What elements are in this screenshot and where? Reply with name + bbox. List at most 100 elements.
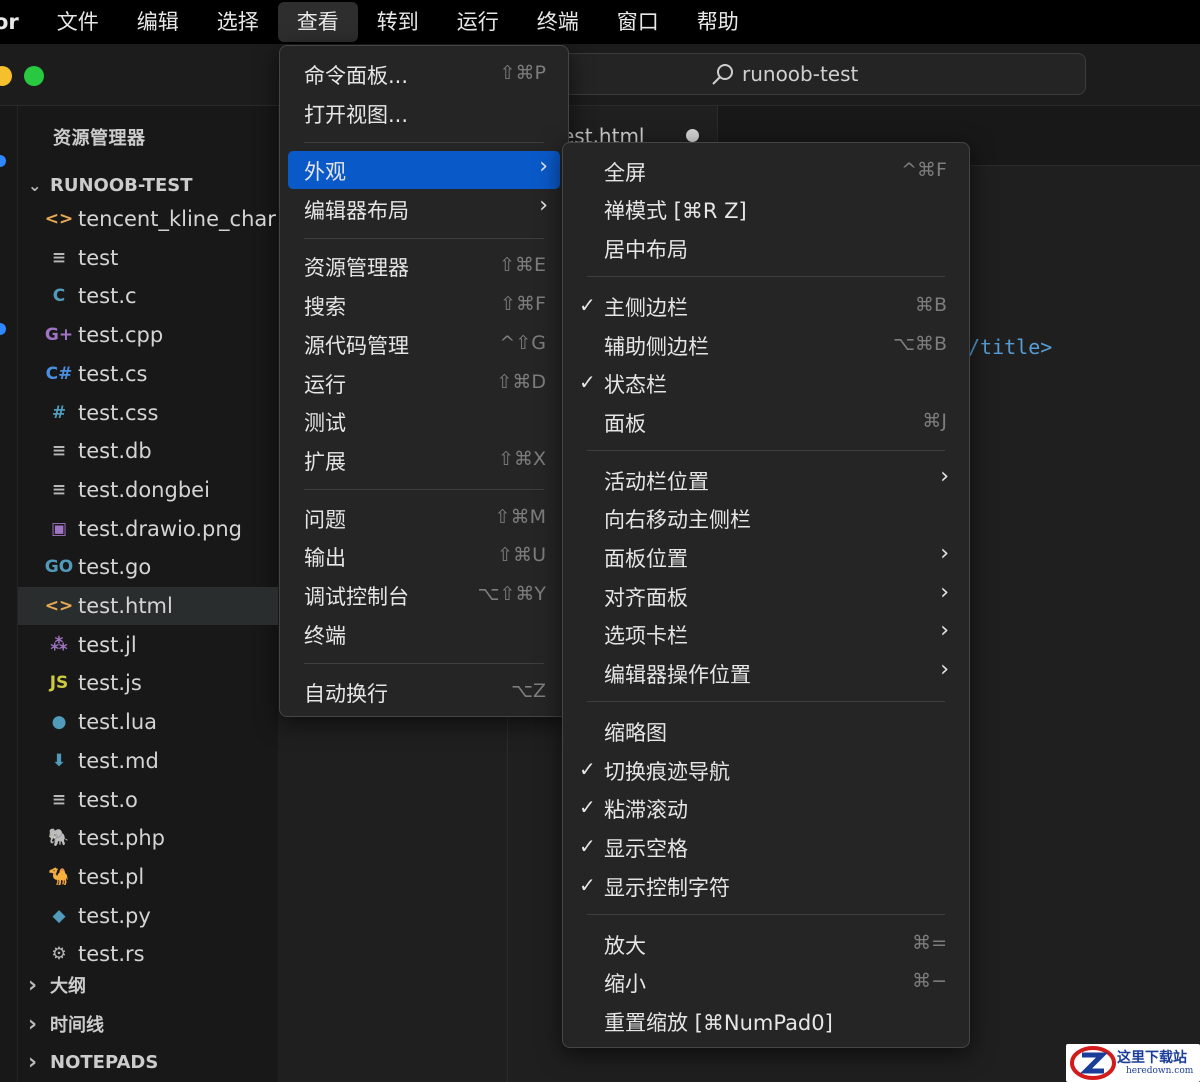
menubar-item[interactable]: 帮助 [678,2,758,42]
file-item[interactable]: ● test.lua [18,703,278,741]
javascript-icon: JS [49,673,69,694]
maximize-button[interactable] [24,66,44,86]
menu-item-label: 资源管理器 [304,256,409,280]
code-text: /title> [968,335,1053,359]
folder-label: RUNOOB-TEST [50,175,193,196]
appearance-menu-item[interactable]: 重置缩放 [⌘NumPad0] [571,1002,961,1040]
appearance-menu-item[interactable]: 缩略图 [571,712,961,750]
file-item[interactable]: ≡ test.db [18,432,278,470]
file-item[interactable]: ≡ test [18,239,278,277]
view-menu-item[interactable]: 自动换行 ⌥Z [288,673,560,711]
appearance-menu-item[interactable]: ✓ 显示空格 [571,828,961,866]
file-name: test.php [78,826,165,851]
menubar-item[interactable]: or [0,2,38,42]
file-item[interactable]: C# test.cs [18,355,278,393]
appearance-menu-item[interactable]: 禅模式 [⌘R Z] [571,190,961,228]
file-name: test.html [78,594,173,618]
chevron-right-icon: › [940,464,949,489]
menu-separator [304,238,544,239]
file-item[interactable]: <> test.html [18,587,278,625]
appearance-menu-item[interactable]: 缩小 ⌘− [571,963,961,1001]
file-item[interactable]: ≡ test.dongbei [18,471,278,509]
view-menu-item[interactable]: 搜索 ⇧⌘F [288,286,560,324]
menubar-item[interactable]: 运行 [438,2,518,42]
shortcut-label: ^⇧G [499,332,546,354]
view-menu-item[interactable]: 测试 [288,402,560,440]
menu-item-label: 显示空格 [604,837,688,861]
indent-guide [507,700,508,1082]
appearance-menu-item[interactable]: 编辑器操作位置 › [571,654,961,692]
appearance-menu-item[interactable]: 向右移动主侧栏 [571,499,961,537]
section-1[interactable]: › 时间线 [28,1011,104,1037]
view-menu-item[interactable]: 外观 › [288,151,560,189]
appearance-menu-item[interactable]: 活动栏位置 › [571,461,961,499]
menubar-item[interactable]: 窗口 [598,2,678,42]
section-label: 时间线 [50,1015,104,1036]
appearance-menu-item[interactable]: 对齐面板 › [571,577,961,615]
view-menu-item[interactable]: 编辑器布局 › [288,190,560,228]
menubar-item[interactable]: 查看 [277,2,358,42]
section-2[interactable]: › NOTEPADS [28,1050,158,1075]
file-item[interactable]: 🐪 test.pl [18,858,278,896]
menu-item-label: 编辑器操作位置 [604,663,751,687]
menu-item-label: 辅助侧边栏 [604,335,709,359]
section-0[interactable]: › 大纲 [28,972,86,998]
menu-item-label: 缩小 [604,972,646,996]
menu-separator [587,914,945,915]
appearance-menu-item[interactable]: 面板位置 › [571,538,961,576]
appearance-menu-item[interactable]: ✓ 显示控制字符 [571,867,961,905]
rust-icon: ⚙ [51,944,67,965]
view-menu-item[interactable]: 终端 [288,615,560,653]
file-name: test.pl [78,864,145,889]
view-menu-item[interactable]: 扩展 ⇧⌘X [288,441,560,479]
appearance-menu-item[interactable]: 全屏 ^⌘F [571,152,961,190]
file-item[interactable]: # test.css [18,394,278,432]
menu-separator [304,142,544,143]
menu-item-label: 调试控制台 [304,585,409,609]
view-menu-item[interactable]: 输出 ⇧⌘U [288,537,560,575]
view-menu-item[interactable]: 命令面板... ⇧⌘P [288,55,560,93]
file-name: test.css [78,400,159,425]
view-menu-item[interactable]: 源代码管理 ^⇧G [288,325,560,363]
menubar-item[interactable]: 转到 [358,2,438,42]
appearance-menu-item[interactable]: 辅助侧边栏 ⌥⌘B [571,326,961,364]
file-item[interactable]: ▣ test.drawio.png [18,510,278,548]
view-menu-item[interactable]: 问题 ⇧⌘M [288,499,560,537]
watermark-text: 这里下载站 [1117,1050,1187,1066]
unsaved-dot-icon[interactable] [686,129,699,142]
menubar-item[interactable]: 终端 [518,2,598,42]
file-item[interactable]: ⁂ test.jl [18,626,278,664]
file-item[interactable]: ⬇ test.md [18,742,278,780]
file-item[interactable]: <> tencent_kline_char [18,200,278,238]
view-menu-item[interactable]: 调试控制台 ⌥⇧⌘Y [288,576,560,614]
menu-item-label: 选项卡栏 [604,624,688,648]
file-item[interactable]: JS test.js [18,664,278,702]
view-menu: 命令面板... ⇧⌘P 打开视图... 外观 › 编辑器布局 › 资源管理器 ⇧⌘E 搜索 ⇧⌘F 源… [279,45,569,717]
html-icon: <> [44,209,74,229]
file-name: test.c [78,284,137,309]
view-menu-item[interactable]: 资源管理器 ⇧⌘E [288,247,560,285]
file-item[interactable]: Ctest.c [18,277,278,315]
appearance-menu-item[interactable]: ✓ 主侧边栏 ⌘B [571,287,961,325]
file-item[interactable]: 🐘 test.php [18,819,278,857]
file-item[interactable]: ◆ test.py [18,897,278,935]
appearance-menu-item[interactable]: 居中布局 [571,229,961,267]
menubar-item[interactable]: 文件 [38,2,118,42]
folder-runoob-test[interactable]: ⌄ RUNOOB-TEST [28,175,193,196]
appearance-menu-item[interactable]: 面板 ⌘J [571,403,961,441]
menu-item-label: 编辑器布局 [304,199,409,223]
view-menu-item[interactable]: 运行 ⇧⌘D [288,364,560,402]
file-name: test.jl [78,632,137,657]
menubar-item[interactable]: 编辑 [118,2,198,42]
file-item[interactable]: G+ test.cpp [18,316,278,354]
appearance-menu-item[interactable]: 选项卡栏 › [571,615,961,653]
file-item[interactable]: ≡ test.o [18,781,278,819]
appearance-menu-item[interactable]: ✓ 状态栏 [571,364,961,402]
file-item[interactable]: ⚙ test.rs [18,935,278,973]
view-menu-item[interactable]: 打开视图... [288,94,560,132]
menubar-item[interactable]: 选择 [198,2,278,42]
appearance-menu-item[interactable]: ✓ 粘滞滚动 [571,789,961,827]
appearance-menu-item[interactable]: ✓ 切换痕迹导航 [571,751,961,789]
appearance-menu-item[interactable]: 放大 ⌘= [571,925,961,963]
file-item[interactable]: GO test.go [18,548,278,586]
